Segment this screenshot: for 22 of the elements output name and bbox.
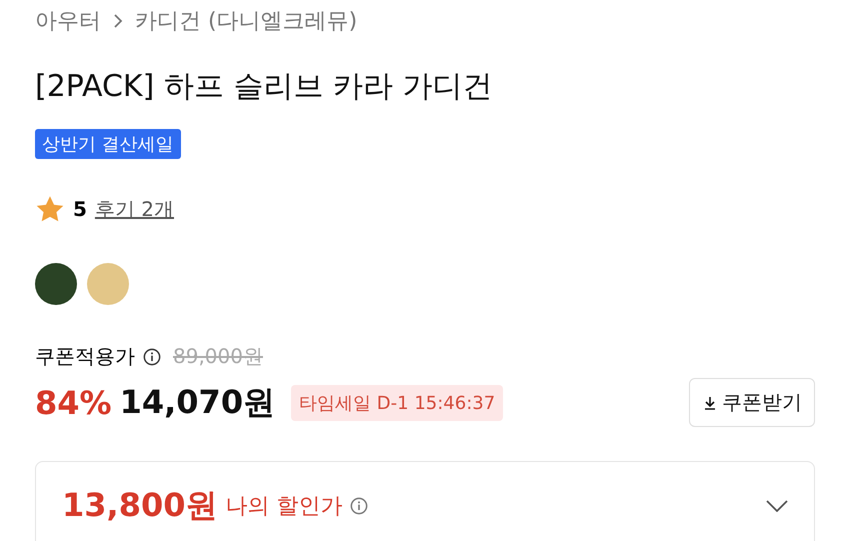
coupon-download-button[interactable]: 쿠폰받기 [689, 378, 815, 427]
breadcrumb-link[interactable]: 아우터 [35, 6, 101, 36]
chevron-down-icon[interactable] [766, 500, 788, 512]
coupon-price-label: 쿠폰적용가 [35, 343, 135, 370]
download-icon [702, 394, 718, 410]
my-price-label: 나의 할인가 [225, 493, 342, 521]
discount-rate: 84% [35, 384, 112, 422]
color-swatch[interactable] [35, 263, 77, 305]
info-icon[interactable] [143, 348, 161, 366]
breadcrumb-link[interactable]: 카디건 (다니엘크레뮤) [135, 6, 358, 36]
rating-score: 5 [73, 197, 87, 221]
chevron-right-icon [113, 13, 123, 29]
original-price: 89,000원 [173, 343, 263, 370]
color-swatch[interactable] [87, 263, 129, 305]
star-icon [35, 195, 65, 223]
time-sale-timer: 타임세일 D-1 15:46:37 [291, 384, 504, 420]
my-price-card[interactable]: 13,800원 나의 할인가 [35, 461, 815, 541]
reviews-link[interactable]: 후기 2개 [94, 196, 174, 222]
product-title: [2PACK] 하프 슬리브 카라 가디건 [35, 68, 494, 106]
my-price-amount: 13,800원 [62, 485, 218, 526]
sale-price: 14,070원 [120, 382, 276, 422]
sale-badge: 상반기 결산세일 [35, 129, 181, 159]
